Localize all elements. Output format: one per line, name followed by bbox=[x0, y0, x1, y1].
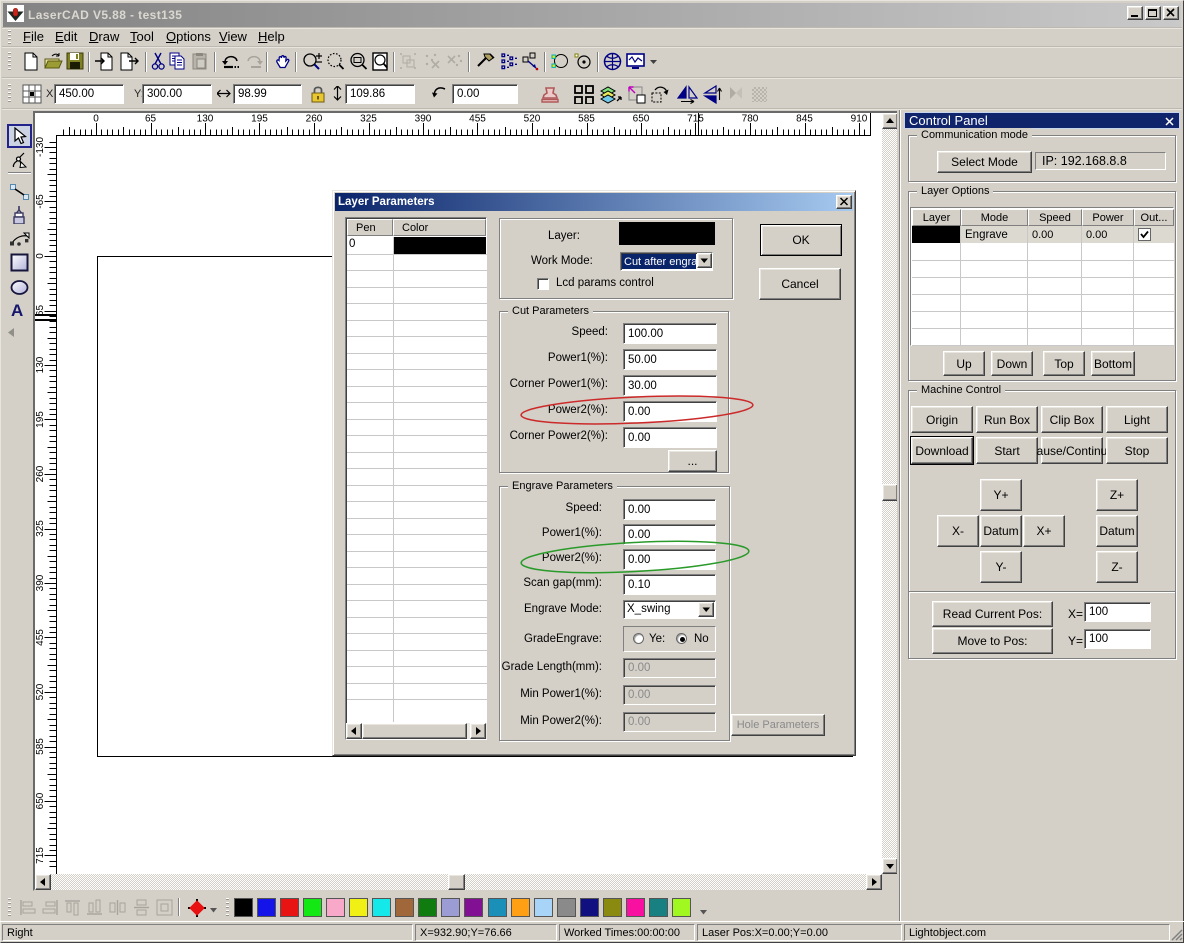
svg-text:-130: -130 bbox=[35, 137, 46, 157]
svg-text:390: 390 bbox=[35, 574, 46, 591]
svg-text:390: 390 bbox=[415, 114, 432, 125]
svg-text:780: 780 bbox=[742, 114, 759, 125]
svg-text:130: 130 bbox=[35, 356, 46, 373]
svg-text:910: 910 bbox=[851, 114, 868, 125]
svg-text:455: 455 bbox=[35, 629, 46, 646]
svg-text:585: 585 bbox=[35, 738, 46, 755]
svg-text:715: 715 bbox=[35, 847, 46, 864]
svg-text:195: 195 bbox=[35, 411, 46, 428]
svg-text:130: 130 bbox=[197, 114, 214, 125]
svg-text:0: 0 bbox=[93, 114, 99, 125]
svg-text:455: 455 bbox=[469, 114, 486, 125]
svg-text:260: 260 bbox=[35, 465, 46, 482]
svg-text:325: 325 bbox=[35, 520, 46, 537]
svg-text:0: 0 bbox=[35, 253, 46, 259]
svg-text:325: 325 bbox=[360, 114, 377, 125]
svg-text:260: 260 bbox=[306, 114, 323, 125]
svg-text:715: 715 bbox=[687, 114, 704, 125]
svg-text:585: 585 bbox=[578, 114, 595, 125]
svg-text:520: 520 bbox=[524, 114, 541, 125]
svg-text:845: 845 bbox=[796, 114, 813, 125]
svg-text:650: 650 bbox=[633, 114, 650, 125]
svg-text:-65: -65 bbox=[35, 194, 46, 209]
svg-text:520: 520 bbox=[35, 683, 46, 700]
svg-text:650: 650 bbox=[35, 792, 46, 809]
svg-text:195: 195 bbox=[251, 114, 268, 125]
svg-text:65: 65 bbox=[145, 114, 157, 125]
